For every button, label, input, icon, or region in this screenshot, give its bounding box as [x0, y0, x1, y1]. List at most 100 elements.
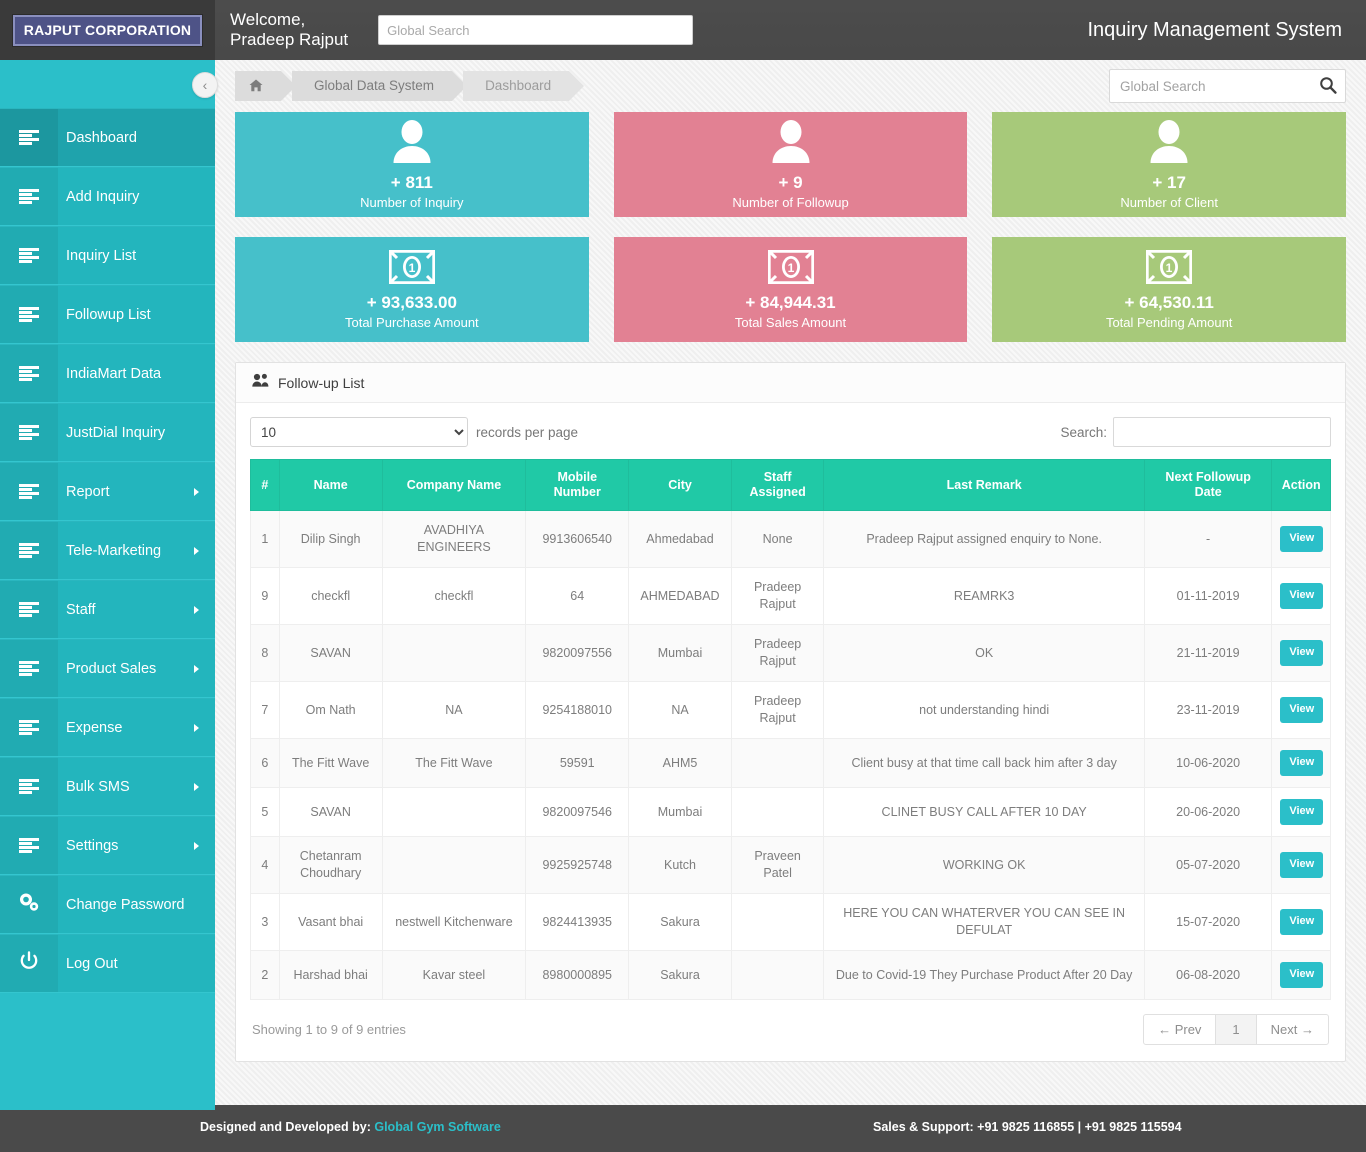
list-icon — [19, 484, 39, 499]
stat-card-label: Number of Followup — [732, 195, 848, 210]
brand-logo-box[interactable]: RAJPUT CORPORATION — [0, 0, 215, 60]
row-company: nestwell Kitchenware — [382, 894, 526, 951]
table-row: 2Harshad bhaiKavar steel8980000895Sakura… — [251, 951, 1331, 1000]
view-button[interactable]: View — [1280, 526, 1323, 552]
table-col-[interactable]: # — [251, 460, 280, 511]
breadcrumb-item-0[interactable]: Global Data System — [292, 71, 452, 101]
list-icon — [19, 543, 39, 558]
home-icon — [249, 78, 263, 93]
breadcrumb-item-1[interactable]: Dashboard — [463, 71, 569, 101]
table-col-city[interactable]: City — [629, 460, 732, 511]
sidebar-item-label: Add Inquiry — [58, 189, 139, 205]
stat-card-total-pending-amount[interactable]: 1+ 64,530.11Total Pending Amount — [992, 237, 1346, 342]
brand-logo-text: RAJPUT CORPORATION — [13, 15, 202, 46]
table-col-next-followup-date[interactable]: Next Followup Date — [1144, 460, 1271, 511]
table-col-last-remark[interactable]: Last Remark — [824, 460, 1145, 511]
row-action: View — [1272, 739, 1331, 788]
row-next-date: - — [1144, 511, 1271, 568]
sidebar-item-label: JustDial Inquiry — [58, 425, 165, 441]
table-col-staff-assigned[interactable]: Staff Assigned — [731, 460, 823, 511]
row-remark: WORKING OK — [824, 837, 1145, 894]
row-index: 7 — [251, 682, 280, 739]
table-footer: Showing 1 to 9 of 9 entries ← Prev 1 Nex… — [250, 1000, 1331, 1051]
view-button[interactable]: View — [1280, 750, 1323, 776]
stat-card-total-sales-amount[interactable]: 1+ 84,944.31Total Sales Amount — [614, 237, 968, 342]
table-search-input[interactable] — [1113, 417, 1331, 447]
view-button[interactable]: View — [1280, 962, 1323, 988]
view-button[interactable]: View — [1280, 583, 1323, 609]
row-next-date: 21-11-2019 — [1144, 625, 1271, 682]
sidebar-item-bulk-sms[interactable]: Bulk SMS — [0, 757, 215, 816]
sidebar-item-tele-marketing[interactable]: Tele-Marketing — [0, 521, 215, 580]
gears-icon — [18, 892, 40, 917]
stat-card-number-of-client[interactable]: + 17Number of Client — [992, 112, 1346, 217]
row-action: View — [1272, 511, 1331, 568]
sidebar-item-product-sales[interactable]: Product Sales — [0, 639, 215, 698]
sidebar-item-icon — [0, 581, 58, 638]
main-content: Global Data System Dashboard + 811Number… — [215, 60, 1366, 1105]
row-company: Kavar steel — [382, 951, 526, 1000]
records-per-page-label: records per page — [476, 425, 578, 440]
table-col-mobile-number[interactable]: Mobile Number — [526, 460, 629, 511]
chevron-right-icon — [194, 488, 199, 496]
stat-card-label: Total Pending Amount — [1106, 315, 1232, 330]
pagination-next[interactable]: Next → — [1256, 1014, 1329, 1045]
table-head: #NameCompany NameMobile NumberCityStaff … — [251, 460, 1331, 511]
view-button[interactable]: View — [1280, 909, 1323, 935]
view-button[interactable]: View — [1280, 697, 1323, 723]
stat-card-number-of-inquiry[interactable]: + 811Number of Inquiry — [235, 112, 589, 217]
view-button[interactable]: View — [1280, 799, 1323, 825]
breadcrumb-home[interactable] — [235, 71, 281, 101]
sidebar-item-label: Staff — [58, 602, 96, 618]
records-per-page-select[interactable]: 102550100 — [250, 417, 468, 447]
table-col-company-name[interactable]: Company Name — [382, 460, 526, 511]
page-search-input[interactable] — [1109, 69, 1346, 103]
sidebar-item-inquiry-list[interactable]: Inquiry List — [0, 226, 215, 285]
sidebar-item-icon — [0, 227, 58, 284]
stat-card-number-of-followup[interactable]: + 9Number of Followup — [614, 112, 968, 217]
view-button[interactable]: View — [1280, 852, 1323, 878]
sidebar-item-settings[interactable]: Settings — [0, 816, 215, 875]
list-icon — [19, 189, 39, 204]
view-button[interactable]: View — [1280, 640, 1323, 666]
sidebar-item-staff[interactable]: Staff — [0, 580, 215, 639]
sidebar-item-icon — [0, 935, 58, 992]
sidebar-item-expense[interactable]: Expense — [0, 698, 215, 757]
stat-card-total-purchase-amount[interactable]: 1+ 93,633.00Total Purchase Amount — [235, 237, 589, 342]
sidebar-item-followup-list[interactable]: Followup List — [0, 285, 215, 344]
row-city: Sakura — [629, 951, 732, 1000]
pagination-prev[interactable]: ← Prev — [1143, 1014, 1216, 1045]
stat-card-label: Total Purchase Amount — [345, 315, 479, 330]
sidebar-item-justdial-inquiry[interactable]: JustDial Inquiry — [0, 403, 215, 462]
table-col-action[interactable]: Action — [1272, 460, 1331, 511]
row-name: Chetanram Choudhary — [279, 837, 382, 894]
sidebar-item-dashboard[interactable]: Dashboard — [0, 108, 215, 167]
search-icon[interactable] — [1319, 76, 1337, 99]
sidebar-item-add-inquiry[interactable]: Add Inquiry — [0, 167, 215, 226]
global-search-input-top[interactable] — [378, 15, 693, 45]
page-footer: Designed and Developed by: Global Gym So… — [0, 1105, 1366, 1152]
sidebar-item-report[interactable]: Report — [0, 462, 215, 521]
sidebar-item-change-password[interactable]: Change Password — [0, 875, 215, 934]
table-body: 1Dilip SinghAVADHIYA ENGINEERS9913606540… — [251, 511, 1331, 1000]
stat-card-label: Number of Client — [1120, 195, 1218, 210]
pagination-page-1[interactable]: 1 — [1215, 1014, 1256, 1045]
user-icon — [391, 151, 433, 168]
sidebar-item-label: Inquiry List — [58, 248, 136, 264]
row-name: Om Nath — [279, 682, 382, 739]
row-company — [382, 625, 526, 682]
row-city: Ahmedabad — [629, 511, 732, 568]
sidebar-collapse-button[interactable]: ‹ — [192, 72, 218, 98]
table-col-name[interactable]: Name — [279, 460, 382, 511]
sidebar-item-label: IndiaMart Data — [58, 366, 161, 382]
row-mobile: 8980000895 — [526, 951, 629, 1000]
sidebar-item-icon — [0, 876, 58, 933]
sidebar-item-label: Change Password — [58, 897, 185, 913]
sidebar-item-indiamart-data[interactable]: IndiaMart Data — [0, 344, 215, 403]
sidebar-item-icon — [0, 345, 58, 402]
row-company — [382, 837, 526, 894]
row-index: 4 — [251, 837, 280, 894]
sidebar-item-log-out[interactable]: Log Out — [0, 934, 215, 993]
row-remark: Due to Covid-19 They Purchase Product Af… — [824, 951, 1145, 1000]
footer-designer-link[interactable]: Global Gym Software — [374, 1120, 500, 1134]
